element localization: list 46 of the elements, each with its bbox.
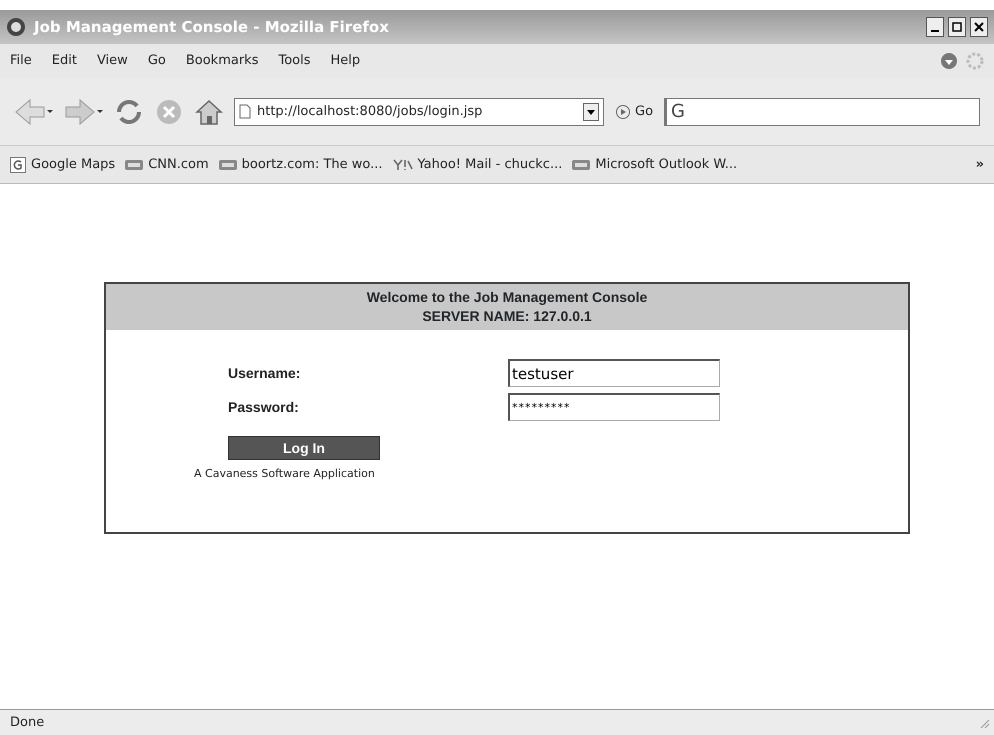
- window-title: Job Management Console - Mozilla Firefox: [34, 16, 389, 38]
- status-text: Done: [10, 714, 44, 732]
- menu-item[interactable]: File: [10, 51, 32, 71]
- throbber-icon: [966, 52, 984, 70]
- maximize-icon: [952, 22, 962, 32]
- server-name: SERVER NAME: 127.0.0.1: [421, 307, 593, 326]
- site-icon: [572, 160, 590, 170]
- page-icon: [239, 104, 251, 119]
- close-icon: [974, 22, 984, 32]
- app-icon: [6, 17, 26, 37]
- go-button[interactable]: Go: [614, 100, 654, 122]
- menu-item[interactable]: Bookmarks: [186, 51, 258, 71]
- field-label: Password:: [228, 398, 300, 416]
- bookmark-link[interactable]: CNN.com: [125, 154, 209, 174]
- search-field[interactable]: G: [664, 98, 980, 126]
- bookmark-link[interactable]: boortz.com: The wo...: [218, 154, 383, 174]
- dropdown-icon[interactable]: [583, 102, 599, 120]
- close-button[interactable]: [970, 17, 988, 37]
- y-logo-icon: [392, 158, 413, 170]
- menu-item[interactable]: Tools: [278, 51, 311, 71]
- menu-item[interactable]: View: [96, 51, 128, 71]
- menu-item[interactable]: Go: [148, 51, 166, 71]
- forward-icon[interactable]: [64, 96, 104, 126]
- site-icon: [125, 160, 144, 170]
- bookmark-link[interactable]: Yahoo! Mail - chuckc...: [392, 154, 562, 174]
- address-field[interactable]: http://localhost:8080/jobs/login.jsp: [234, 98, 604, 126]
- g-logo-icon: [10, 156, 26, 172]
- minimize-icon: [931, 30, 939, 32]
- maximize-button[interactable]: [948, 17, 966, 37]
- username-field[interactable]: testuser: [508, 359, 720, 387]
- back-icon[interactable]: [14, 96, 54, 126]
- menu-item[interactable]: Edit: [52, 51, 77, 71]
- field-label: Username:: [228, 364, 302, 382]
- resize-grip-icon[interactable]: [978, 716, 990, 728]
- minimize-button[interactable]: [926, 17, 944, 37]
- play-icon: [615, 104, 631, 120]
- bookmark-link[interactable]: Microsoft Outlook W...: [572, 154, 738, 174]
- bookmark-link[interactable]: Google Maps: [10, 154, 116, 174]
- site-icon: [218, 160, 237, 170]
- footer-text: A Cavaness Software Application: [194, 466, 375, 482]
- password-field[interactable]: *********: [508, 393, 720, 421]
- menu-item[interactable]: Help: [330, 51, 360, 71]
- login-button[interactable]: Log In: [228, 436, 380, 460]
- more-bookmarks-button[interactable]: »: [976, 154, 984, 174]
- download-icon[interactable]: [940, 52, 958, 70]
- welcome-heading: Welcome to the Job Management Console: [366, 288, 648, 307]
